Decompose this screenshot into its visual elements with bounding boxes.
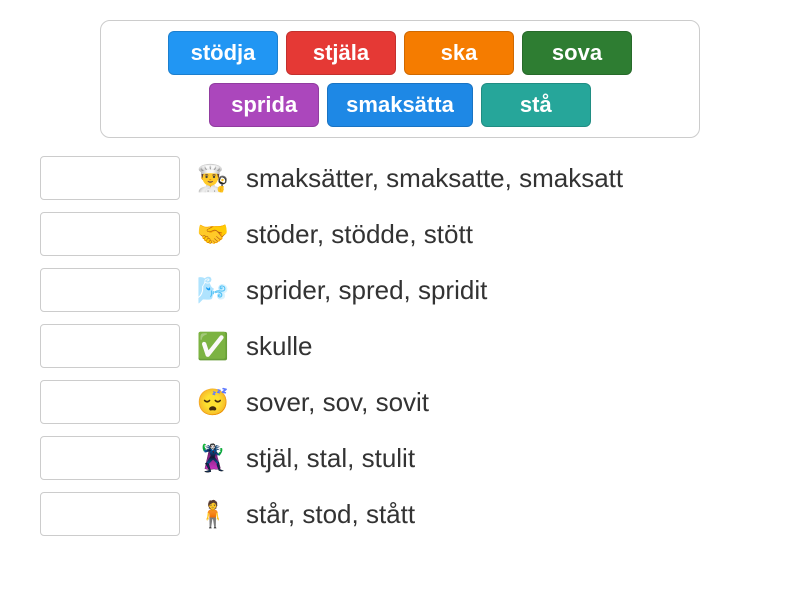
question-row: 🧍 står, stod, stått	[40, 492, 770, 536]
sleep-icon: 😴	[194, 383, 232, 421]
drop-target[interactable]	[40, 212, 180, 256]
question-row: 😴 sover, sov, sovit	[40, 380, 770, 424]
drop-target[interactable]	[40, 436, 180, 480]
drop-target[interactable]	[40, 156, 180, 200]
question-row: 🦹 stjäl, stal, stulit	[40, 436, 770, 480]
clue-text: smaksätter, smaksatte, smaksatt	[246, 163, 623, 194]
chip-ska[interactable]: ska	[404, 31, 514, 75]
spread-icon: 🌬️	[194, 271, 232, 309]
matching-activity: stödja stjäla ska sova sprida smaksätta …	[0, 0, 800, 556]
drop-target[interactable]	[40, 380, 180, 424]
stand-icon: 🧍	[194, 495, 232, 533]
clue-text: sover, sov, sovit	[246, 387, 429, 418]
question-row: ✅ skulle	[40, 324, 770, 368]
chip-sta[interactable]: stå	[481, 83, 591, 127]
clue-text: stjäl, stal, stulit	[246, 443, 415, 474]
clue-text: sprider, spred, spridit	[246, 275, 487, 306]
thief-icon: 🦹	[194, 439, 232, 477]
question-list: 👨‍🍳 smaksätter, smaksatte, smaksatt 🤝 st…	[40, 156, 770, 536]
chef-icon: 👨‍🍳	[194, 159, 232, 197]
word-bank: stödja stjäla ska sova sprida smaksätta …	[100, 20, 700, 138]
drop-target[interactable]	[40, 492, 180, 536]
chip-sova[interactable]: sova	[522, 31, 632, 75]
clue-text: står, stod, stått	[246, 499, 415, 530]
drop-target[interactable]	[40, 268, 180, 312]
question-row: 🌬️ sprider, spred, spridit	[40, 268, 770, 312]
clue-text: skulle	[246, 331, 312, 362]
chip-sprida[interactable]: sprida	[209, 83, 319, 127]
drop-target[interactable]	[40, 324, 180, 368]
clue-text: stöder, stödde, stött	[246, 219, 473, 250]
question-row: 🤝 stöder, stödde, stött	[40, 212, 770, 256]
chip-stjala[interactable]: stjäla	[286, 31, 396, 75]
question-row: 👨‍🍳 smaksätter, smaksatte, smaksatt	[40, 156, 770, 200]
support-icon: 🤝	[194, 215, 232, 253]
check-icon: ✅	[194, 327, 232, 365]
chip-stodja[interactable]: stödja	[168, 31, 278, 75]
chip-smaksatta[interactable]: smaksätta	[327, 83, 473, 127]
